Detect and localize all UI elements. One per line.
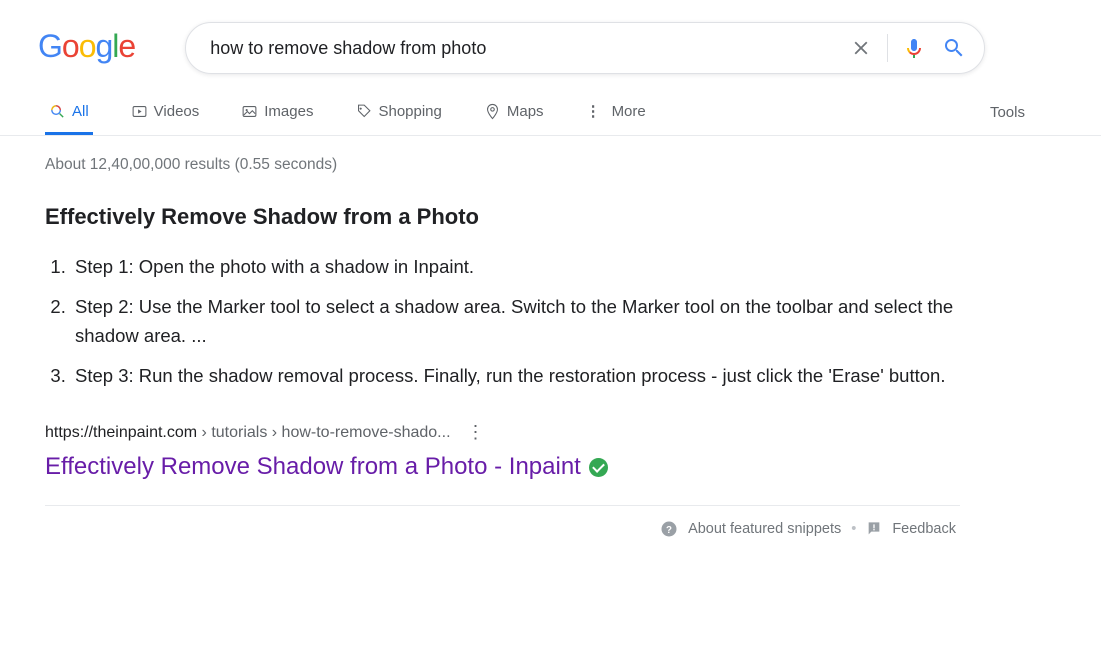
result-title-text: Effectively Remove Shadow from a Photo -… xyxy=(45,453,581,481)
tab-maps-label: Maps xyxy=(507,103,544,120)
tab-shopping-label: Shopping xyxy=(378,103,441,120)
cite-domain: https://theinpaint.com xyxy=(45,424,197,441)
tab-more-label: More xyxy=(612,103,646,120)
separator-dot: • xyxy=(851,521,856,537)
tab-images-label: Images xyxy=(264,103,313,120)
search-input[interactable] xyxy=(210,38,841,59)
verified-icon xyxy=(589,458,608,477)
tab-videos-label: Videos xyxy=(154,103,200,120)
clear-icon[interactable] xyxy=(841,28,881,68)
svg-text:?: ? xyxy=(666,525,672,536)
about-snippets-link[interactable]: About featured snippets xyxy=(688,521,841,537)
tab-maps[interactable]: Maps xyxy=(480,103,548,135)
help-icon[interactable]: ? xyxy=(660,520,678,538)
video-icon xyxy=(131,103,148,120)
tab-all-label: All xyxy=(72,103,89,120)
tag-icon xyxy=(355,103,372,120)
snippet-step: Step 2: Use the Marker tool to select a … xyxy=(71,292,960,351)
feedback-icon xyxy=(866,521,882,537)
result-menu-icon[interactable]: ⋮ xyxy=(467,422,485,443)
snippet-step: Step 1: Open the photo with a shadow in … xyxy=(71,252,960,282)
tab-images[interactable]: Images xyxy=(237,103,317,135)
tab-videos[interactable]: Videos xyxy=(127,103,204,135)
voice-search-icon[interactable] xyxy=(894,28,934,68)
result-title-link[interactable]: Effectively Remove Shadow from a Photo -… xyxy=(45,453,960,481)
result-cite[interactable]: https://theinpaint.com › tutorials › how… xyxy=(45,424,451,442)
featured-snippet-heading: Effectively Remove Shadow from a Photo xyxy=(45,204,960,230)
result-stats: About 12,40,00,000 results (0.55 seconds… xyxy=(45,156,960,174)
feedback-link[interactable]: Feedback xyxy=(892,521,956,537)
pin-icon xyxy=(484,103,501,120)
search-small-icon xyxy=(49,103,66,120)
search-icon[interactable] xyxy=(934,28,974,68)
snippet-step: Step 3: Run the shadow removal process. … xyxy=(71,361,960,391)
tab-shopping[interactable]: Shopping xyxy=(351,103,445,135)
searchbox-divider xyxy=(887,34,888,62)
tab-more[interactable]: ⋮ More xyxy=(582,102,650,135)
image-icon xyxy=(241,103,258,120)
cite-path: › tutorials › how-to-remove-shado... xyxy=(197,424,450,441)
tab-all[interactable]: All xyxy=(45,103,93,135)
featured-snippet-steps: Step 1: Open the photo with a shadow in … xyxy=(45,252,960,390)
search-box[interactable] xyxy=(185,22,985,74)
snippet-footer: ? About featured snippets • Feedback xyxy=(45,505,960,538)
google-logo[interactable]: Google xyxy=(38,28,135,65)
search-tabs: All Videos Images Shopping Maps ⋮ More T… xyxy=(0,74,1101,136)
tools-button[interactable]: Tools xyxy=(990,104,1025,133)
more-dots-icon: ⋮ xyxy=(586,102,600,120)
